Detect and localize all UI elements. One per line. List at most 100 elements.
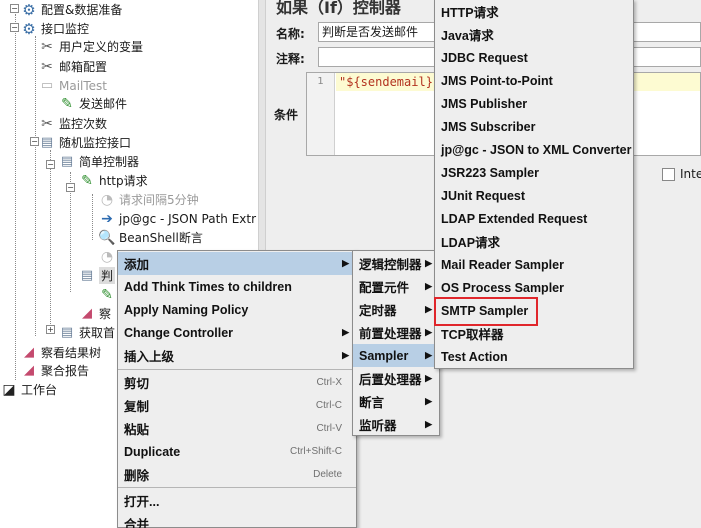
submenu-item-assertion[interactable]: 断言 ▶ <box>353 390 439 413</box>
menu-item-label: Test Action <box>441 349 508 364</box>
submenu-item-post-processor[interactable]: 后置处理器 ▶ <box>353 367 439 390</box>
sampler-item-ldap-request[interactable]: LDAP请求 <box>435 230 633 253</box>
submenu-arrow-icon: ▶ <box>425 258 432 268</box>
sampler-item-ldap-extended[interactable]: LDAP Extended Request <box>435 207 633 230</box>
add-submenu[interactable]: 逻辑控制器 ▶ 配置元件 ▶ 定时器 ▶ 前置处理器 ▶ Sampler ▶ 后… <box>352 250 440 436</box>
checkbox-box[interactable] <box>662 167 675 181</box>
sampler-submenu[interactable]: HTTP请求 Java请求 JDBC Request JMS Point-to-… <box>434 0 634 369</box>
menu-item-paste[interactable]: 粘贴 Ctrl-V <box>118 417 356 440</box>
submenu-arrow-icon: ▶ <box>425 396 432 406</box>
submenu-arrow-icon: ▶ <box>342 350 349 360</box>
menu-item-label: JMS Publisher <box>441 96 528 111</box>
menu-item-label: 剪切 <box>124 377 150 391</box>
menu-item-delete[interactable]: 删除 Delete <box>118 463 356 486</box>
shortcut-hint: Ctrl-X <box>316 377 342 388</box>
checkbox-label: Inte <box>680 167 701 181</box>
submenu-item-timer[interactable]: 定时器 ▶ <box>353 298 439 321</box>
collapse-toggle[interactable]: − <box>10 4 19 13</box>
sampler-item-test-action[interactable]: Test Action <box>435 345 633 368</box>
tree-item-label: http请求 <box>99 174 148 188</box>
panel-title: 如果（If）控制器 <box>276 0 401 17</box>
menu-item-label: JSR223 Sampler <box>441 165 539 180</box>
submenu-arrow-icon: ▶ <box>425 281 432 291</box>
menu-item-change-controller[interactable]: Change Controller ▶ <box>118 321 356 344</box>
tree-item-label: 察 <box>99 307 112 321</box>
pipette-icon: ✎ <box>61 95 73 112</box>
submenu-item-config-element[interactable]: 配置元件 ▶ <box>353 275 439 298</box>
submenu-item-listener[interactable]: 监听器 ▶ <box>353 413 439 436</box>
expand-toggle[interactable]: + <box>46 325 55 334</box>
tree-item-label: jp@gc - JSON Path Extr <box>119 211 257 226</box>
tree-item-label: 判 <box>99 267 116 284</box>
tree-connector <box>92 194 93 240</box>
menu-item-label: 断言 <box>359 396 385 410</box>
menu-item-label: 插入上级 <box>124 350 175 364</box>
menu-item-label: Change Controller <box>124 325 234 340</box>
gear-icon: ⚙ <box>22 0 36 19</box>
tree-item-label: 聚合报告 <box>41 364 90 378</box>
sampler-item-json-to-xml[interactable]: jp@gc - JSON to XML Converter <box>435 138 633 161</box>
submenu-arrow-icon: ▶ <box>342 327 349 337</box>
menu-item-open[interactable]: 打开... <box>118 489 356 512</box>
sampler-item-jsr223[interactable]: JSR223 Sampler <box>435 161 633 184</box>
sampler-item-os-process[interactable]: OS Process Sampler <box>435 276 633 299</box>
menu-item-label: LDAP请求 <box>441 236 501 250</box>
menu-item-apply-naming-policy[interactable]: Apply Naming Policy <box>118 298 356 321</box>
tree-item-label: MailTest <box>59 78 108 93</box>
context-menu[interactable]: 添加 ▶ Add Think Times to children Apply N… <box>117 250 357 528</box>
sampler-item-java-request[interactable]: Java请求 <box>435 23 633 46</box>
tree-item-workbench[interactable]: ◪ 工作台 <box>0 378 57 401</box>
interpret-condition-checkbox[interactable]: Inte <box>662 167 701 181</box>
menu-item-insert-parent[interactable]: 插入上级 ▶ <box>118 344 356 367</box>
shortcut-hint: Ctrl-C <box>315 400 342 411</box>
submenu-item-logic-controller[interactable]: 逻辑控制器 ▶ <box>353 252 439 275</box>
wrench-scissors-icon: ✂ <box>41 58 53 75</box>
sampler-item-junit-request[interactable]: JUnit Request <box>435 184 633 207</box>
menu-item-label: Java请求 <box>441 29 494 43</box>
menu-item-label: JUnit Request <box>441 188 526 203</box>
tree-connector <box>15 14 16 380</box>
shortcut-hint: Ctrl-V <box>316 423 342 434</box>
wrench-scissors-icon: ✂ <box>41 115 53 132</box>
submenu-arrow-icon: ▶ <box>425 419 432 429</box>
collapse-toggle[interactable]: − <box>66 183 75 192</box>
menu-separator <box>118 369 356 370</box>
sampler-item-http-request[interactable]: HTTP请求 <box>435 0 633 23</box>
tree-item-label: 发送邮件 <box>79 97 128 111</box>
sampler-item-jdbc-request[interactable]: JDBC Request <box>435 46 633 69</box>
pipette-icon: ✎ <box>101 286 113 303</box>
menu-item-label: 粘贴 <box>124 423 150 437</box>
menu-item-label: LDAP Extended Request <box>441 211 588 226</box>
menu-separator <box>118 487 356 488</box>
sampler-item-smtp-sampler[interactable]: SMTP Sampler <box>435 299 633 322</box>
controller-icon: ▤ <box>60 325 74 340</box>
menu-item-merge[interactable]: 合并 <box>118 512 356 528</box>
submenu-item-pre-processor[interactable]: 前置处理器 ▶ <box>353 321 439 344</box>
collapse-toggle[interactable]: − <box>46 160 55 169</box>
sampler-item-mail-reader[interactable]: Mail Reader Sampler <box>435 253 633 276</box>
sampler-item-tcp-sampler[interactable]: TCP取样器 <box>435 322 633 345</box>
sampler-item-jms-subscriber[interactable]: JMS Subscriber <box>435 115 633 138</box>
tree-item-label: 简单控制器 <box>79 155 140 169</box>
menu-item-label: Sampler <box>359 348 409 363</box>
menu-item-label: 合并 <box>124 518 150 528</box>
line-number-gutter: 1 <box>307 73 335 155</box>
menu-item-add-think-times[interactable]: Add Think Times to children <box>118 275 356 298</box>
listener-chart-icon: ◢ <box>24 363 34 378</box>
submenu-item-sampler[interactable]: Sampler ▶ <box>353 344 439 367</box>
condition-code[interactable]: "${sendemail}" <box>339 75 440 89</box>
menu-item-label: JMS Point-to-Point <box>441 73 553 88</box>
menu-item-label: 复制 <box>124 400 150 414</box>
menu-item-copy[interactable]: 复制 Ctrl-C <box>118 394 356 417</box>
menu-item-label: 打开... <box>124 495 160 509</box>
tree-item-label: 监控次数 <box>59 117 108 131</box>
condition-label: 条件 <box>274 108 299 122</box>
menu-item-cut[interactable]: 剪切 Ctrl-X <box>118 371 356 394</box>
submenu-arrow-icon: ▶ <box>425 373 432 383</box>
collapse-toggle[interactable]: − <box>10 23 19 32</box>
sampler-item-jms-publisher[interactable]: JMS Publisher <box>435 92 633 115</box>
sampler-item-jms-point-to-point[interactable]: JMS Point-to-Point <box>435 69 633 92</box>
menu-item-duplicate[interactable]: Duplicate Ctrl+Shift-C <box>118 440 356 463</box>
menu-item-add[interactable]: 添加 ▶ <box>118 252 356 275</box>
menu-item-label: Mail Reader Sampler <box>441 257 564 272</box>
